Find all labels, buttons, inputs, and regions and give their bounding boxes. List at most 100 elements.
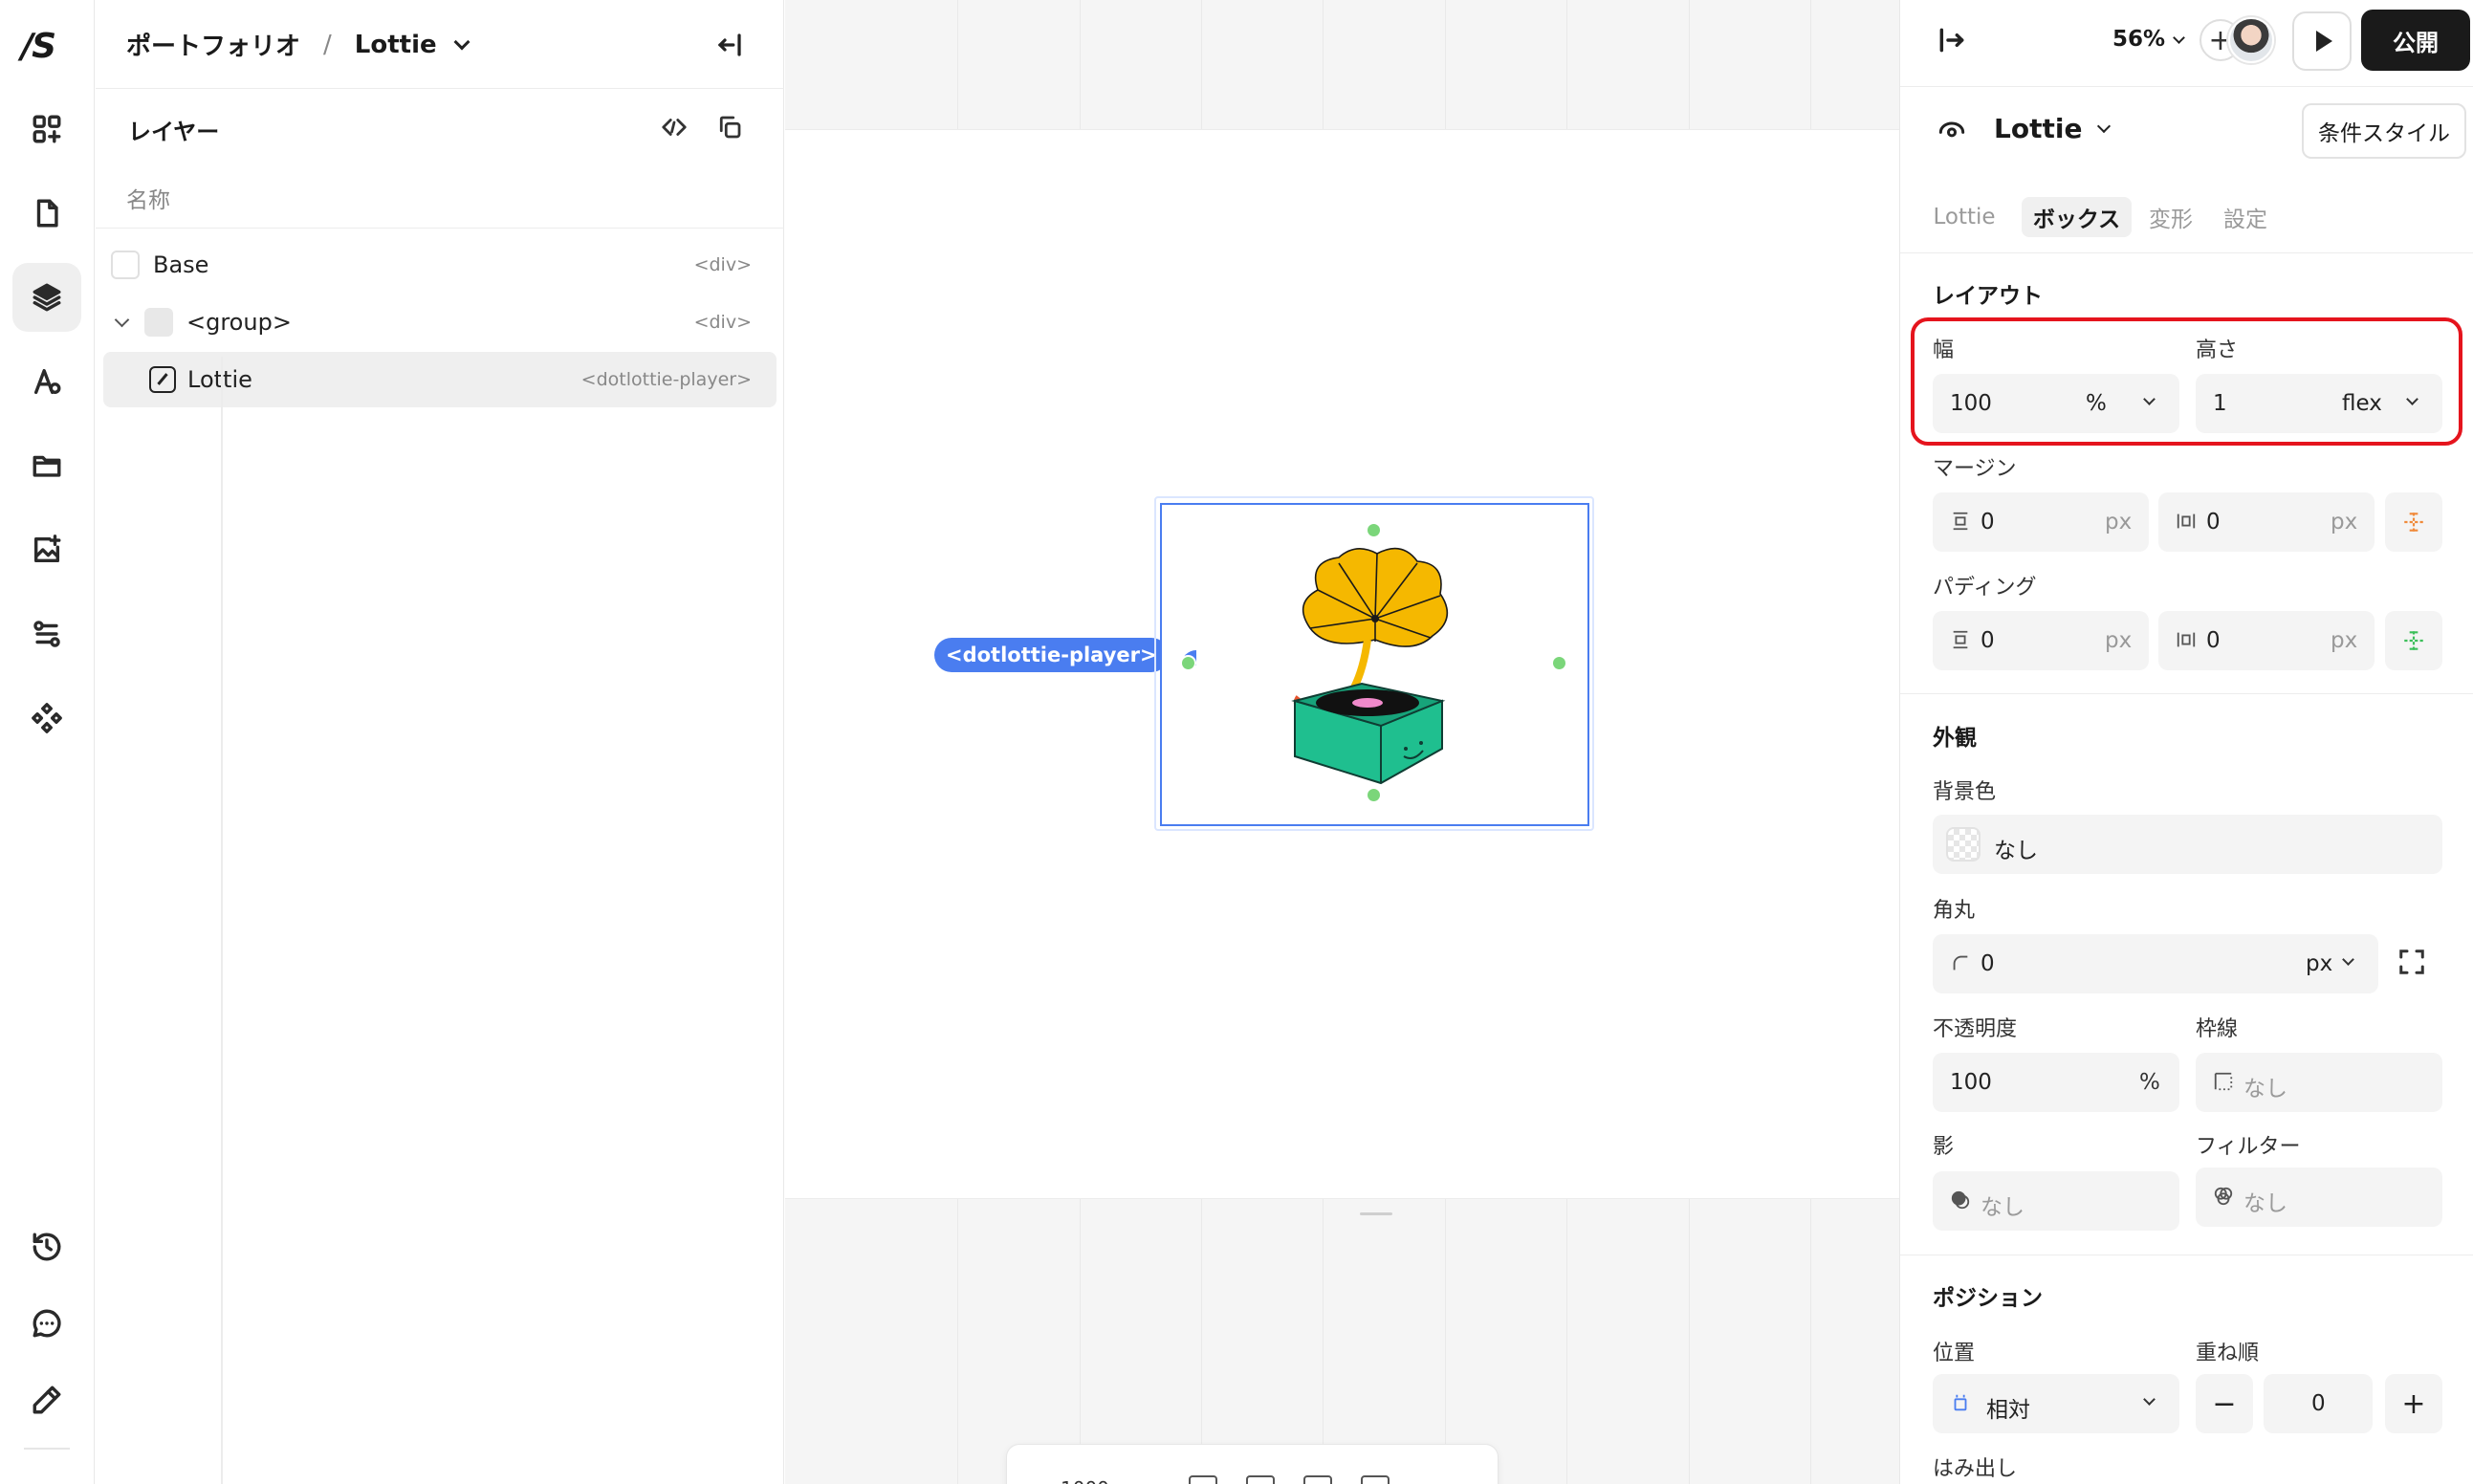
resize-handle-bottom[interactable] (1366, 787, 1382, 803)
padding-individual-button[interactable] (2385, 611, 2442, 670)
opacity-input[interactable]: 100 % (1933, 1053, 2179, 1112)
background-color-input[interactable]: なし (1933, 815, 2442, 874)
element-name: Lottie (1994, 113, 2083, 144)
chevron-down-icon[interactable] (2143, 1393, 2156, 1406)
padding-vertical-input[interactable]: 0 px (1933, 611, 2149, 670)
tab-box[interactable]: ボックス (2022, 197, 2132, 237)
logic-flow-icon[interactable] (12, 600, 81, 668)
zoom-select[interactable]: 56% (2112, 27, 2185, 52)
margin-horizontal-input[interactable]: 0 px (2158, 492, 2375, 552)
horizontal-spacing-icon (2176, 511, 2197, 532)
chevron-down-icon (2097, 119, 2112, 134)
name-column-header: 名称 (126, 188, 170, 213)
preview-play-button[interactable] (2292, 11, 2352, 71)
components-icon[interactable] (12, 684, 81, 753)
studio-logo: /S (21, 27, 56, 66)
layers-panel: ポートフォリオ / Lottie レイヤー 名称 Base <div> <gro… (96, 0, 784, 1484)
radius-unit[interactable]: px (2306, 951, 2332, 976)
position-section-title: ポジション (1933, 1286, 2043, 1311)
zindex-increment-button[interactable]: + (2385, 1374, 2442, 1433)
expand-chevron-icon[interactable] (114, 312, 130, 327)
chevron-down-icon[interactable] (2342, 953, 2354, 966)
chevron-down-icon[interactable] (453, 33, 471, 50)
shadow-value: なし (1981, 1195, 2024, 1220)
transparent-swatch[interactable] (1946, 827, 1981, 862)
laptop-breakpoint-icon[interactable] (1246, 1475, 1275, 1484)
layers-divider (96, 228, 784, 229)
margin-vertical-value: 0 (1981, 510, 1995, 535)
background-value: なし (1994, 839, 2038, 863)
margin-vertical-input[interactable]: 0 px (1933, 492, 2149, 552)
layer-tag: <div> (693, 312, 752, 333)
copy-icon[interactable] (715, 113, 744, 142)
tool-rail: /S (0, 0, 95, 1484)
avatar[interactable] (2228, 17, 2274, 63)
expand-panel-icon[interactable] (1937, 25, 1967, 55)
layers-header: ポートフォリオ / Lottie (96, 0, 784, 89)
corner-radius-icon (1950, 952, 1971, 973)
comment-icon[interactable] (12, 1289, 81, 1358)
zindex-label: 重ね順 (2196, 1342, 2260, 1365)
publish-button[interactable]: 公開 (2361, 10, 2470, 71)
breadcrumb-page[interactable]: Lottie (355, 31, 437, 59)
add-elements-icon[interactable] (12, 95, 81, 164)
vertical-spacing-icon (1950, 629, 1971, 650)
layer-row-base[interactable]: Base <div> (103, 237, 777, 293)
padding-label: パディング (1933, 576, 2037, 600)
history-icon[interactable] (12, 1212, 81, 1281)
resize-handle-left[interactable] (1180, 655, 1196, 671)
vertical-spacing-icon (1950, 511, 1971, 532)
breadcrumb-project[interactable]: ポートフォリオ (126, 27, 300, 62)
layer-row-group[interactable]: <group> <div> (103, 295, 777, 350)
layer-visibility-box[interactable] (111, 251, 140, 279)
image-add-icon[interactable] (12, 515, 81, 584)
tab-transform[interactable]: 変形 (2145, 197, 2197, 237)
canvas-bottom-toolbar: 1000 (1006, 1444, 1499, 1484)
border-input[interactable]: なし (2196, 1053, 2442, 1112)
folder-icon[interactable] (12, 431, 81, 500)
padding-horizontal-input[interactable]: 0 px (2158, 611, 2375, 670)
resize-handle-top[interactable] (1366, 522, 1382, 538)
radius-input[interactable]: 0 px (1933, 934, 2378, 993)
typography-icon[interactable] (12, 347, 81, 416)
tab-settings[interactable]: 設定 (2220, 197, 2271, 237)
design-canvas[interactable]: <dotlottie-player> (785, 0, 1899, 1484)
layer-visibility-box[interactable] (144, 308, 173, 337)
radius-label: 角丸 (1933, 899, 1976, 923)
breakpoint-width[interactable]: 1000 (1061, 1477, 1109, 1484)
code-icon[interactable] (660, 113, 689, 142)
element-name-select[interactable]: Lottie (1994, 113, 2112, 144)
divider (1900, 86, 2473, 87)
zindex-decrement-button[interactable]: − (2196, 1374, 2253, 1433)
visibility-eye-icon[interactable] (1938, 117, 1965, 143)
unit-label: px (2105, 628, 2133, 653)
pages-icon[interactable] (12, 179, 81, 248)
overflow-label: はみ出し (1933, 1457, 2018, 1481)
individual-corners-icon[interactable] (2397, 948, 2426, 976)
mobile-breakpoint-icon[interactable] (1361, 1475, 1390, 1484)
layer-tag: <div> (693, 254, 752, 275)
desktop-breakpoint-icon[interactable] (1189, 1475, 1217, 1484)
pen-icon[interactable] (12, 1365, 81, 1434)
filter-input[interactable]: なし (2196, 1168, 2442, 1227)
shadow-input[interactable]: なし (1933, 1171, 2179, 1231)
margin-horizontal-value: 0 (2206, 510, 2221, 535)
tablet-breakpoint-icon[interactable] (1303, 1475, 1332, 1484)
resize-handle-right[interactable] (1551, 655, 1567, 671)
margin-individual-button[interactable] (2385, 492, 2442, 552)
background-label: 背景色 (1933, 780, 1997, 804)
layer-row-lottie[interactable]: Lottie <dotlottie-player> (103, 352, 777, 407)
rail-divider (24, 1448, 70, 1450)
artboard[interactable]: <dotlottie-player> (785, 130, 1899, 1198)
layer-name: Base (153, 251, 209, 278)
resize-bar-handle[interactable] (1360, 1212, 1392, 1215)
zindex-input[interactable]: 0 (2264, 1374, 2373, 1433)
selected-element-tag[interactable]: <dotlottie-player> (934, 638, 1169, 672)
app: /S ポートフォリオ / Lottie レイヤー 名称 Base <div> <… (0, 0, 2473, 1484)
collapse-panel-icon[interactable] (715, 31, 744, 59)
layers-icon[interactable] (12, 263, 81, 332)
conditional-style-button[interactable]: 条件スタイル (2302, 103, 2466, 159)
tree-guide-line (221, 357, 223, 1484)
position-select[interactable]: 相対 (1933, 1374, 2179, 1433)
tab-lottie[interactable]: Lottie (1933, 197, 1996, 237)
